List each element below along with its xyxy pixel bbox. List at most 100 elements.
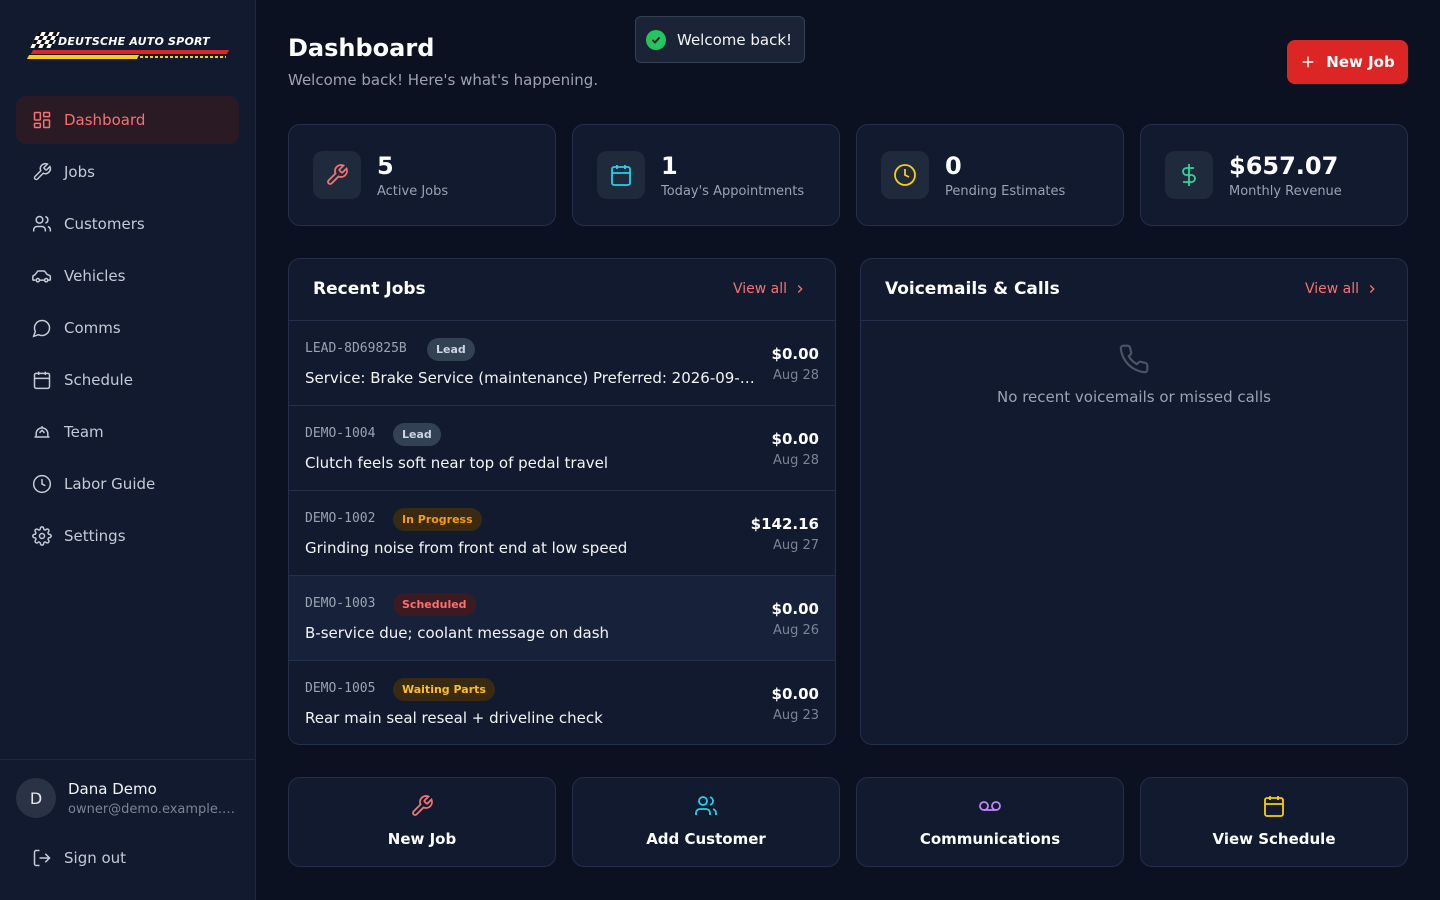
sidebar-item-schedule[interactable]: Schedule xyxy=(16,356,239,404)
wrench-icon xyxy=(327,164,348,185)
job-amount: $0.00 xyxy=(771,430,819,448)
sign-out-button[interactable]: Sign out xyxy=(32,848,126,868)
divider xyxy=(0,759,256,760)
stat-card-monthly-revenue[interactable]: $657.07 Monthly Revenue xyxy=(1140,124,1408,226)
brand-logo[interactable]: DEUTSCHE AUTO SPORT xyxy=(26,30,230,66)
sidebar-item-label: Settings xyxy=(64,527,126,545)
stat-card-pending-estimates[interactable]: 0 Pending Estimates xyxy=(856,124,1124,226)
sidebar-item-label: Dashboard xyxy=(64,111,146,129)
empty-state-text: No recent voicemails or missed calls xyxy=(997,388,1271,406)
stat-card-appointments[interactable]: 1 Today's Appointments xyxy=(572,124,840,226)
status-badge: In Progress xyxy=(393,508,482,531)
job-amount: $0.00 xyxy=(771,685,819,703)
sidebar-item-label: Customers xyxy=(64,215,145,233)
job-description: Clutch feels soft near top of pedal trav… xyxy=(305,454,609,472)
quick-action-label: Communications xyxy=(919,830,1061,848)
sidebar-item-vehicles[interactable]: Vehicles xyxy=(16,252,239,300)
job-description: B-service due; coolant message on dash xyxy=(305,624,610,642)
chevron-right-icon xyxy=(1369,285,1375,293)
job-date: Aug 26 xyxy=(772,623,819,638)
table-row[interactable]: LEAD-8D69825B Lead Service: Brake Servic… xyxy=(289,321,835,406)
new-job-button[interactable]: New Job xyxy=(1287,40,1408,84)
user-name: Dana Demo xyxy=(68,780,157,798)
new-job-label: New Job xyxy=(1326,53,1395,71)
view-all-jobs-link[interactable]: View all xyxy=(733,281,807,297)
panel-title: Recent Jobs xyxy=(313,279,426,299)
sidebar-item-jobs[interactable]: Jobs xyxy=(16,148,239,196)
logo-stripe xyxy=(140,56,226,58)
job-amount: $0.00 xyxy=(771,600,819,618)
job-description: Service: Brake Service (maintenance) Pre… xyxy=(305,369,757,387)
job-id: DEMO-1002 xyxy=(305,511,376,526)
logo-stripe xyxy=(30,50,230,54)
car-icon xyxy=(32,270,52,283)
sidebar-item-customers[interactable]: Customers xyxy=(16,200,239,248)
calendar-icon xyxy=(1264,796,1284,817)
table-row[interactable]: DEMO-1003 Scheduled B-service due; coola… xyxy=(289,576,835,661)
stat-value: $657.07 xyxy=(1229,152,1339,180)
sign-out-label: Sign out xyxy=(64,849,127,867)
stat-icon-box xyxy=(313,151,361,199)
stat-label: Monthly Revenue xyxy=(1229,184,1342,199)
sidebar-item-settings[interactable]: Settings xyxy=(16,512,239,560)
job-description: Grinding noise from front end at low spe… xyxy=(305,539,628,557)
status-badge: Scheduled xyxy=(393,593,476,616)
plus-icon xyxy=(1302,56,1314,68)
view-all-calls-link[interactable]: View all xyxy=(1305,281,1379,297)
quick-action-communications[interactable]: Communications xyxy=(856,777,1124,867)
chevron-right-icon xyxy=(797,285,803,293)
stat-value: 0 xyxy=(945,152,962,180)
job-amount: $142.16 xyxy=(750,515,819,533)
stat-icon-box xyxy=(881,151,929,199)
quick-action-add-customer[interactable]: Add Customer xyxy=(572,777,840,867)
toast-notification[interactable]: Welcome back! xyxy=(635,16,805,63)
table-row[interactable]: DEMO-1004 Lead Clutch feels soft near to… xyxy=(289,406,835,491)
sidebar-item-label: Jobs xyxy=(64,163,95,181)
voicemail-icon xyxy=(979,801,1001,811)
sidebar-item-label: Comms xyxy=(64,319,121,337)
status-badge: Waiting Parts xyxy=(393,678,495,701)
table-row[interactable]: DEMO-1002 In Progress Grinding noise fro… xyxy=(289,491,835,576)
avatar[interactable]: D xyxy=(16,778,56,818)
quick-action-new-job[interactable]: New Job xyxy=(288,777,556,867)
sidebar-item-dashboard[interactable]: Dashboard xyxy=(16,96,239,144)
wrench-icon xyxy=(33,162,52,181)
clock-icon xyxy=(32,474,52,494)
sidebar-item-labor-guide[interactable]: Labor Guide xyxy=(16,460,239,508)
job-date: Aug 28 xyxy=(772,368,819,383)
stat-icon-box xyxy=(597,151,645,199)
job-date: Aug 28 xyxy=(772,453,819,468)
dashboard-icon xyxy=(33,111,51,129)
quick-action-label: Add Customer xyxy=(646,830,766,848)
panel-title: Voicemails & Calls xyxy=(885,279,1060,299)
calendar-icon xyxy=(33,371,51,390)
page-title: Dashboard xyxy=(288,34,435,62)
job-amount: $0.00 xyxy=(771,345,819,363)
sidebar-item-team[interactable]: Team xyxy=(16,408,239,456)
stat-label: Pending Estimates xyxy=(945,184,1066,199)
dollar-icon xyxy=(1182,164,1196,186)
gear-icon xyxy=(32,526,52,546)
quick-action-label: New Job xyxy=(387,830,457,848)
panel-header: Recent Jobs View all xyxy=(289,259,835,321)
sidebar-item-comms[interactable]: Comms xyxy=(16,304,239,352)
sidebar-item-label: Vehicles xyxy=(64,267,126,285)
quick-action-view-schedule[interactable]: View Schedule xyxy=(1140,777,1408,867)
stat-value: 1 xyxy=(661,152,678,180)
table-row[interactable]: DEMO-1005 Waiting Parts Rear main seal r… xyxy=(289,661,835,744)
chat-icon xyxy=(32,319,51,338)
sign-out-icon xyxy=(33,849,51,867)
sidebar-item-label: Schedule xyxy=(64,371,133,389)
team-icon xyxy=(34,426,50,438)
view-all-label: View all xyxy=(732,281,787,297)
job-date: Aug 27 xyxy=(772,538,819,553)
calendar-icon xyxy=(611,165,631,186)
job-id: DEMO-1003 xyxy=(305,596,376,611)
stat-card-active-jobs[interactable]: 5 Active Jobs xyxy=(288,124,556,226)
stat-label: Active Jobs xyxy=(377,184,449,199)
status-badge: Lead xyxy=(393,423,441,446)
phone-icon xyxy=(1119,344,1149,374)
clock-icon xyxy=(894,164,916,186)
sidebar-item-label: Team xyxy=(64,423,104,441)
users-icon xyxy=(32,215,52,232)
